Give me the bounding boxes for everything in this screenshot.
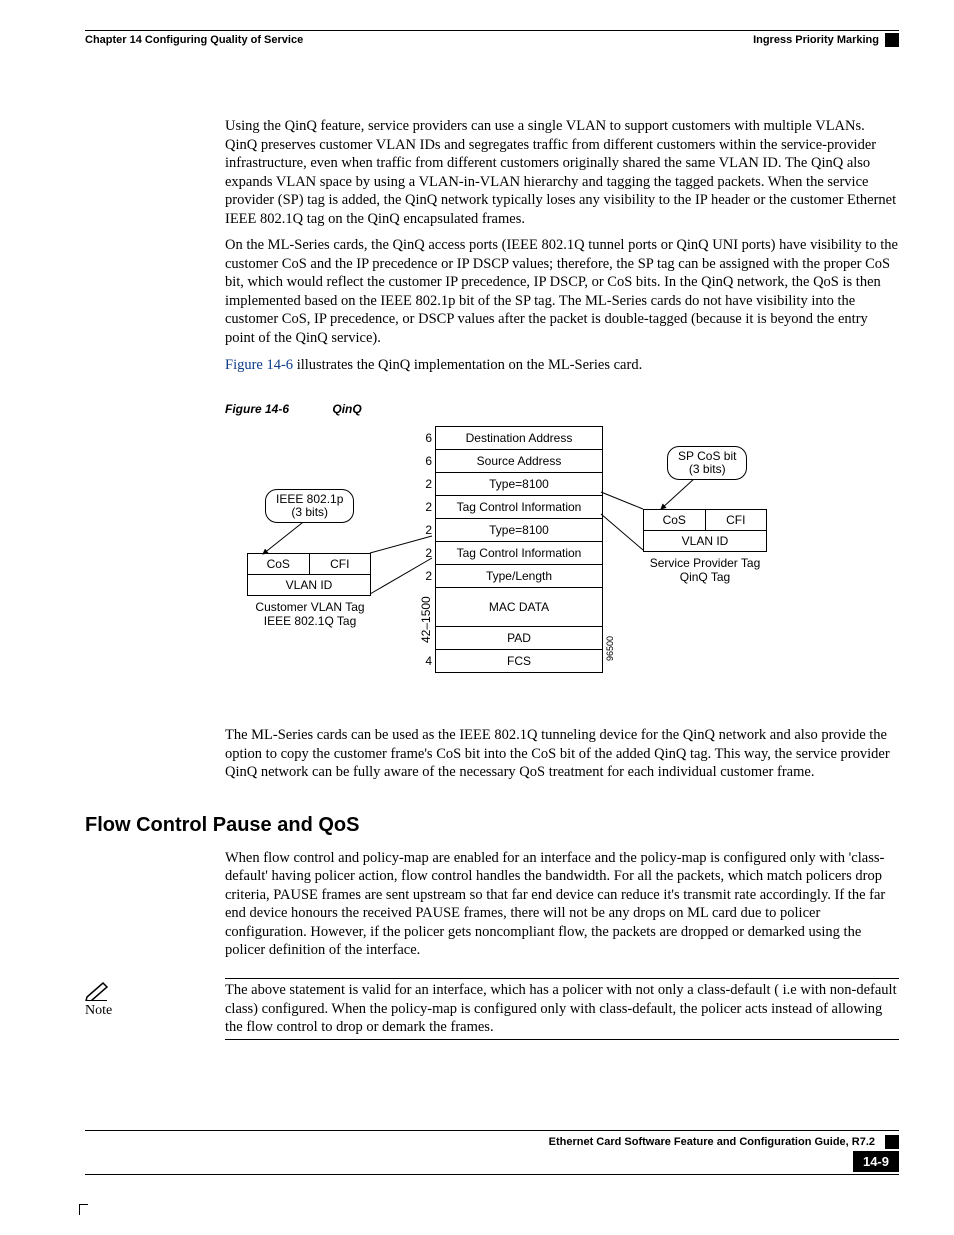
left-detail-cos: CoS	[248, 554, 310, 574]
field-8: PAD	[436, 627, 602, 649]
paragraph-1: Using the QinQ feature, service provider…	[225, 117, 899, 228]
field-0: Destination Address	[436, 427, 602, 449]
frame-stack: 6Destination Address 6Source Address 2Ty…	[435, 426, 603, 673]
field-3: Tag Control Information	[436, 496, 602, 518]
right-detail-cos: CoS	[644, 510, 706, 530]
byte-9: 4	[412, 650, 436, 672]
right-bubble-text: SP CoS bit (3 bits)	[678, 449, 736, 476]
field-6: Type/Length	[436, 565, 602, 587]
paragraph-3-rest: illustrates the QinQ implementation on t…	[293, 357, 642, 373]
footer-end-block-icon	[885, 1135, 899, 1149]
paragraph-3: Figure 14-6 illustrates the QinQ impleme…	[225, 356, 899, 375]
note-block: Note The above statement is valid for an…	[85, 978, 899, 1040]
left-detail-cfi: CFI	[310, 554, 371, 574]
figure-ref-link[interactable]: Figure 14-6	[225, 357, 293, 373]
left-caption: Customer VLAN Tag IEEE 802.1Q Tag	[235, 601, 385, 629]
page-number-badge: 14-9	[853, 1151, 899, 1172]
section-heading: Flow Control Pause and QoS	[85, 814, 899, 837]
byte-0: 6	[412, 427, 436, 449]
field-2: Type=8100	[436, 473, 602, 495]
left-caption-text: Customer VLAN Tag IEEE 802.1Q Tag	[255, 600, 364, 628]
byte-3: 2	[412, 496, 436, 518]
footer-bottom-rule	[85, 1174, 899, 1175]
left-bubble-text: IEEE 802.1p (3 bits)	[276, 492, 343, 519]
figure-caption: Figure 14-6 QinQ	[225, 402, 899, 416]
figure-title: QinQ	[332, 402, 361, 416]
note-text: The above statement is valid for an inte…	[225, 979, 899, 1039]
header-right: Ingress Priority Marking	[753, 34, 879, 46]
footer-rule	[85, 1130, 899, 1131]
right-caption: Service Provider Tag QinQ Tag	[625, 557, 785, 585]
byte-1: 6	[412, 450, 436, 472]
byte-4: 2	[412, 519, 436, 541]
qinq-diagram: IEEE 802.1p (3 bits) CoS CFI VLAN ID Cus…	[225, 426, 785, 706]
byte-5: 2	[412, 542, 436, 564]
right-caption-text: Service Provider Tag QinQ Tag	[650, 556, 761, 584]
byte-range: 42–1500	[416, 584, 436, 656]
running-header: Chapter 14 Configuring Quality of Servic…	[85, 33, 899, 47]
paragraph-2: On the ML-Series cards, the QinQ access …	[225, 236, 899, 347]
left-detail-box: CoS CFI VLAN ID	[247, 553, 371, 596]
right-detail-box: CoS CFI VLAN ID	[643, 509, 767, 552]
field-9: FCS	[436, 650, 602, 672]
header-left: Chapter 14 Configuring Quality of Servic…	[85, 34, 303, 46]
note-bottom-rule	[225, 1039, 899, 1040]
figure-label: Figure 14-6	[225, 402, 289, 416]
field-1: Source Address	[436, 450, 602, 472]
field-5: Tag Control Information	[436, 542, 602, 564]
note-pencil-icon	[85, 981, 113, 1001]
header-rule	[85, 30, 899, 31]
left-bubble: IEEE 802.1p (3 bits)	[265, 489, 354, 523]
byte-2: 2	[412, 473, 436, 495]
field-4: Type=8100	[436, 519, 602, 541]
right-bubble: SP CoS bit (3 bits)	[667, 446, 747, 480]
note-label: Note	[85, 1003, 112, 1019]
right-detail-vlanid: VLAN ID	[644, 531, 766, 551]
field-7: MAC DATA	[436, 588, 602, 626]
header-end-block-icon	[885, 33, 899, 47]
left-detail-vlanid: VLAN ID	[248, 575, 370, 595]
image-id: 96500	[605, 636, 615, 661]
paragraph-5: When flow control and policy-map are ena…	[225, 849, 899, 960]
paragraph-4: The ML-Series cards can be used as the I…	[225, 726, 899, 782]
page-footer: Ethernet Card Software Feature and Confi…	[85, 1130, 899, 1175]
footer-title: Ethernet Card Software Feature and Confi…	[85, 1136, 875, 1148]
crop-mark-icon	[79, 1204, 88, 1215]
right-detail-cfi: CFI	[706, 510, 767, 530]
